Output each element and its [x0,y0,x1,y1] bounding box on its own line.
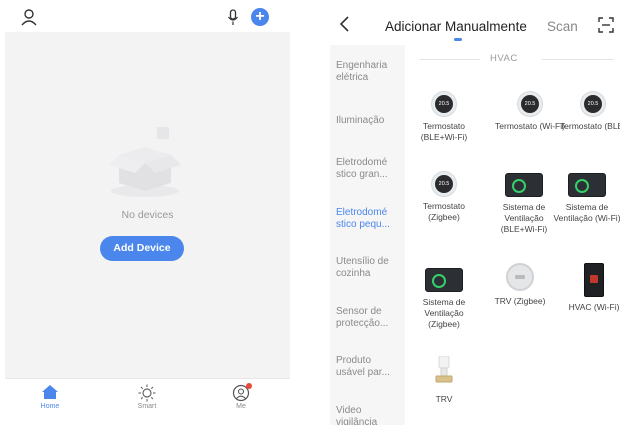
thermostat-icon: 20.5 [432,92,456,116]
tab-me-label: Me [236,403,246,410]
device-label: TRV [435,394,453,404]
ventilation-icon [568,173,606,197]
device-item[interactable]: TRV (Zigbee) [485,263,555,307]
sidebar-item-electrical[interactable]: Engenharia elétrica [336,60,402,84]
home-screen: + No devices Add Device Home Smart Me [5,0,290,412]
trv-icon [506,263,534,291]
device-item[interactable]: 20.5 Termostato (BLE+Wi-Fi) [409,92,479,143]
sidebar-item-kitchen[interactable]: Utensílio de cozinha [336,256,402,280]
ventilation-icon [505,173,543,197]
device-label: Sistema de Ventilação (BLE+Wi-Fi) [500,202,548,234]
device-item[interactable]: Sistema de Ventilação (Wi-Fi) [552,173,620,224]
empty-state-text: No devices [121,209,174,221]
device-item[interactable]: Sistema de Ventilação (Zigbee) [409,268,479,330]
device-item[interactable]: HVAC (Wi-Fi) [559,263,620,313]
tab-smart[interactable]: Smart [117,379,177,412]
page-title[interactable]: Adicionar Manualmente [385,19,527,34]
add-device-button[interactable]: Add Device [100,236,184,261]
tab-home-label: Home [40,403,60,410]
microphone-icon[interactable] [227,9,239,26]
thermostat-icon: 20.5 [518,92,542,116]
empty-box-illustration [109,127,181,197]
tab-smart-label: Smart [137,403,157,410]
tab-scan[interactable]: Scan [547,19,578,34]
active-tab-indicator [454,38,462,41]
tab-me[interactable]: Me [211,379,271,412]
device-item[interactable]: Sistema de Ventilação (BLE+Wi-Fi) [489,173,559,235]
device-item[interactable]: TRV [409,355,479,405]
device-label: Sistema de Ventilação (Wi-Fi) [553,202,620,223]
sidebar-item-large-appliances[interactable]: Eletrodomé stico gran... [336,157,402,181]
section-divider [420,59,480,60]
notification-dot [246,383,252,389]
device-label: Termostato (Wi-Fi) [495,121,565,131]
device-label: Sistema de Ventilação (Zigbee) [422,297,466,329]
tab-home[interactable]: Home [20,379,80,412]
home-icon [42,385,58,399]
add-plus-button[interactable]: + [251,8,269,26]
sidebar-item-sensors[interactable]: Sensor de protecção... [336,306,402,330]
back-arrow-icon[interactable] [338,15,350,33]
scan-frame-icon[interactable] [598,17,614,33]
user-profile-icon[interactable] [21,8,37,26]
sun-icon [138,384,156,402]
sidebar-item-wearables[interactable]: Produto usável par... [336,355,402,379]
add-device-screen: Adicionar Manualmente Scan Engenharia el… [330,0,620,425]
device-label: Termostato (Zigbee) [422,201,466,222]
device-label: TRV (Zigbee) [494,296,546,306]
ventilation-icon [425,268,463,292]
section-title: HVAC [490,53,518,64]
thermostat-icon: 20.5 [432,172,456,196]
category-sidebar: Engenharia elétrica Iluminação Eletrodom… [330,45,405,425]
bottom-tab-bar: Home Smart Me [5,378,290,412]
device-item[interactable]: 20.5 Termostato (BLE) [558,92,620,132]
valve-icon [435,355,453,383]
home-top-bar: + [5,0,290,32]
sidebar-item-small-appliances[interactable]: Eletrodomé stico pequ... [336,207,402,231]
sidebar-item-video[interactable]: Video vigilância [336,405,402,425]
sidebar-item-lighting[interactable]: Iluminação [336,115,402,127]
device-label: Termostato (BLE+Wi-Fi) [420,121,468,142]
device-item[interactable]: 20.5 Termostato (Wi-Fi) [495,92,565,132]
hvac-icon [584,263,604,297]
device-label: HVAC (Wi-Fi) [568,302,620,312]
device-item[interactable]: 20.5 Termostato (Zigbee) [409,172,479,223]
thermostat-icon: 20.5 [581,92,605,116]
device-label: Termostato (BLE) [559,121,620,131]
section-divider [542,59,614,60]
